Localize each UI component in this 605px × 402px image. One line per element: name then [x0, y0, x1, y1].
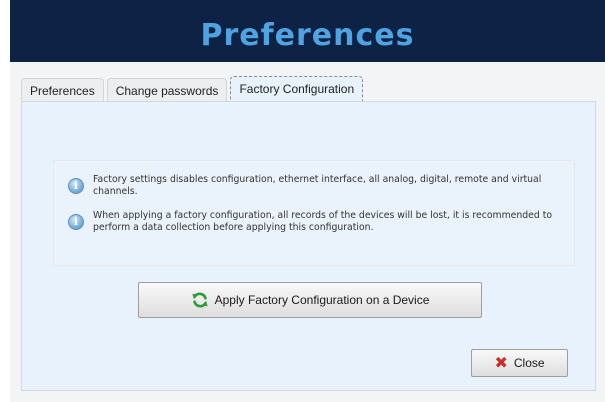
- header-bar: Preferences: [10, 0, 605, 62]
- close-button[interactable]: ✖ Close: [471, 349, 568, 377]
- x-icon: ✖: [494, 353, 508, 372]
- info-icon: i: [68, 214, 84, 230]
- apply-button-label: Apply Factory Configuration on a Device: [214, 293, 430, 307]
- tab-bar: Preferences Change passwords Factory Con…: [21, 76, 366, 103]
- info-icon: i: [68, 178, 84, 194]
- close-button-label: Close: [513, 356, 545, 370]
- info-text: Factory settings disables configuration,…: [93, 174, 542, 197]
- info-text: When applying a factory configuration, a…: [93, 210, 553, 233]
- info-row: i Factory settings disables configuratio…: [68, 174, 553, 198]
- info-row: i When applying a factory configuration,…: [68, 210, 553, 234]
- tab-factory-configuration[interactable]: Factory Configuration: [230, 76, 364, 103]
- refresh-icon: [191, 292, 208, 308]
- info-box: i Factory settings disables configuratio…: [53, 160, 575, 266]
- page-title: Preferences: [200, 17, 415, 53]
- apply-factory-configuration-button[interactable]: Apply Factory Configuration on a Device: [138, 282, 482, 318]
- tab-preferences[interactable]: Preferences: [21, 78, 104, 102]
- tab-change-passwords[interactable]: Change passwords: [106, 78, 228, 102]
